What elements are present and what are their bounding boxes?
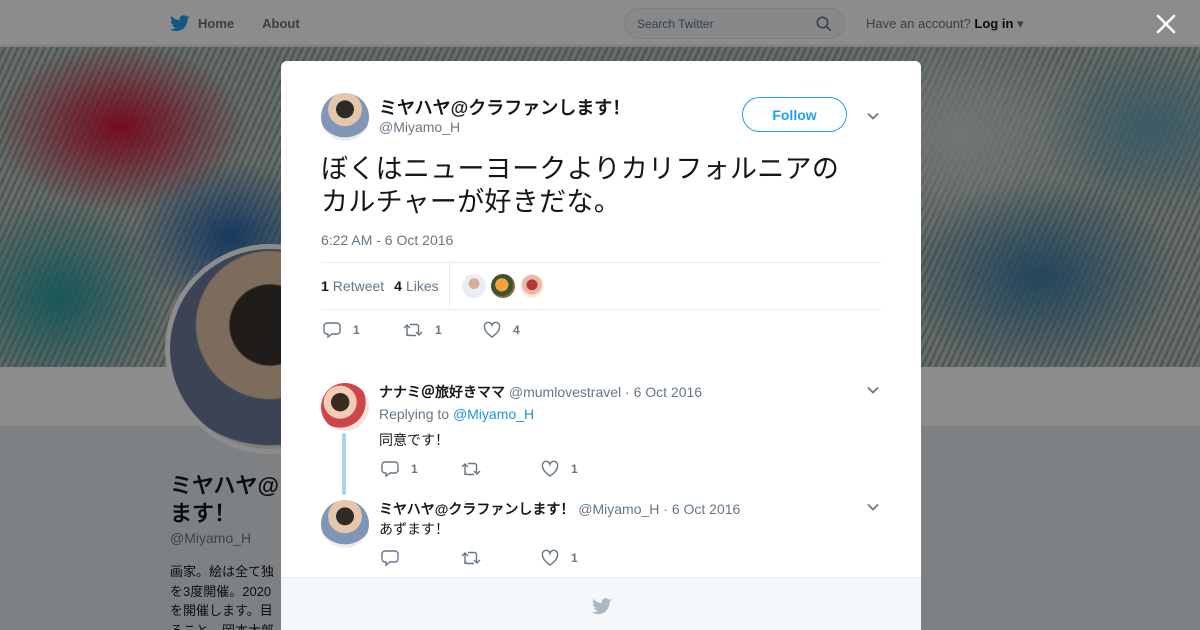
tweet-actions: 1 1 4 <box>323 321 563 339</box>
retweet-stat-label: Retweet <box>332 278 385 294</box>
tweet-modal: ミヤハヤ@クラファンします！ @Miyamo_H Follow ぼくはニューヨー… <box>281 61 921 630</box>
reply-actions: 1 1 <box>381 460 621 478</box>
retweet-stat[interactable]: 1 Retweet <box>321 278 384 294</box>
tweet-text-line: ぼくはニューヨークよりカリフォルニアの <box>321 154 840 184</box>
reply-date[interactable]: · 6 Oct 2016 <box>625 384 702 400</box>
retweet-action-count: 1 <box>435 323 442 337</box>
heart-icon[interactable] <box>483 321 501 339</box>
reply-author-handle[interactable]: @mumlovestravel <box>509 384 621 400</box>
reply-icon[interactable] <box>323 321 341 339</box>
reply-icon[interactable] <box>381 549 399 567</box>
like-action[interactable]: 1 <box>541 549 621 567</box>
follow-button[interactable]: Follow <box>742 97 847 132</box>
author-name[interactable]: ミヤハヤ@クラファンします！ <box>379 94 630 120</box>
twitter-bird-icon <box>592 598 612 615</box>
modal-footer <box>281 577 921 630</box>
replying-to-link[interactable]: @Miyamo_H <box>453 406 534 422</box>
retweet-icon[interactable] <box>403 321 423 339</box>
retweet-action[interactable] <box>461 460 541 478</box>
reply-count: 1 <box>411 462 418 476</box>
reply-action[interactable]: 1 <box>381 460 461 478</box>
chevron-down-icon[interactable] <box>865 499 881 515</box>
reply-text: あずます！ <box>379 521 449 537</box>
retweet-action[interactable]: 1 <box>403 321 483 339</box>
heart-icon[interactable] <box>541 549 559 567</box>
heart-icon[interactable] <box>541 460 559 478</box>
tweet-stats: 1 Retweet 4 Likes <box>321 262 881 310</box>
likers-avatars <box>461 273 552 299</box>
like-stat[interactable]: 4 Likes <box>394 278 438 294</box>
liker-avatar[interactable] <box>519 274 544 298</box>
tweet-text: ぼくはニューヨークよりカリフォルニアの カルチャーが好きだな。 <box>321 153 881 219</box>
like-action[interactable]: 4 <box>483 321 563 339</box>
reply-header: ミヤハヤ@クラファンします！ @Miyamo_H · 6 Oct 2016 <box>379 499 740 519</box>
like-count: 1 <box>571 462 578 476</box>
reply-avatar[interactable] <box>321 500 369 548</box>
tweet-text-line: カルチャーが好きだな。 <box>321 187 622 217</box>
liker-avatar[interactable] <box>461 274 486 298</box>
reply-icon[interactable] <box>381 460 399 478</box>
stats-divider <box>448 263 450 309</box>
retweet-icon[interactable] <box>461 460 481 478</box>
reply-action[interactable]: 1 <box>323 321 403 339</box>
tweet-timestamp[interactable]: 6:22 AM - 6 Oct 2016 <box>321 232 453 248</box>
author-avatar[interactable] <box>321 93 369 141</box>
reply-avatar[interactable] <box>321 383 369 431</box>
replying-to: Replying to @Miyamo_H <box>379 406 534 422</box>
chevron-down-icon[interactable] <box>865 382 881 398</box>
retweet-count: 1 <box>321 278 329 294</box>
reply-count: 1 <box>353 323 360 337</box>
author-handle[interactable]: @Miyamo_H <box>379 119 460 135</box>
retweet-icon[interactable] <box>461 549 481 567</box>
reply-author-name[interactable]: ミヤハヤ@クラファンします！ <box>379 501 574 517</box>
chevron-down-icon[interactable] <box>865 108 881 124</box>
liker-avatar[interactable] <box>490 274 515 298</box>
reply-actions: 1 <box>381 549 621 567</box>
reply-author-name[interactable]: ナナミ＠旅好きママ <box>379 384 505 400</box>
close-icon[interactable] <box>1152 10 1180 38</box>
reply-date[interactable]: · 6 Oct 2016 <box>663 501 740 517</box>
reply-header: ナナミ＠旅好きママ @mumlovestravel · 6 Oct 2016 <box>379 382 702 402</box>
replying-to-prefix: Replying to <box>379 406 450 422</box>
thread-connector <box>342 433 346 495</box>
like-action-count: 4 <box>513 323 520 337</box>
like-count: 4 <box>394 278 402 294</box>
like-count: 1 <box>571 551 578 565</box>
reply-author-handle[interactable]: @Miyamo_H <box>578 501 659 517</box>
reply-action[interactable] <box>381 549 461 567</box>
reply-text: 同意です！ <box>379 432 449 448</box>
like-stat-label: Likes <box>405 278 439 294</box>
retweet-action[interactable] <box>461 549 541 567</box>
like-action[interactable]: 1 <box>541 460 621 478</box>
